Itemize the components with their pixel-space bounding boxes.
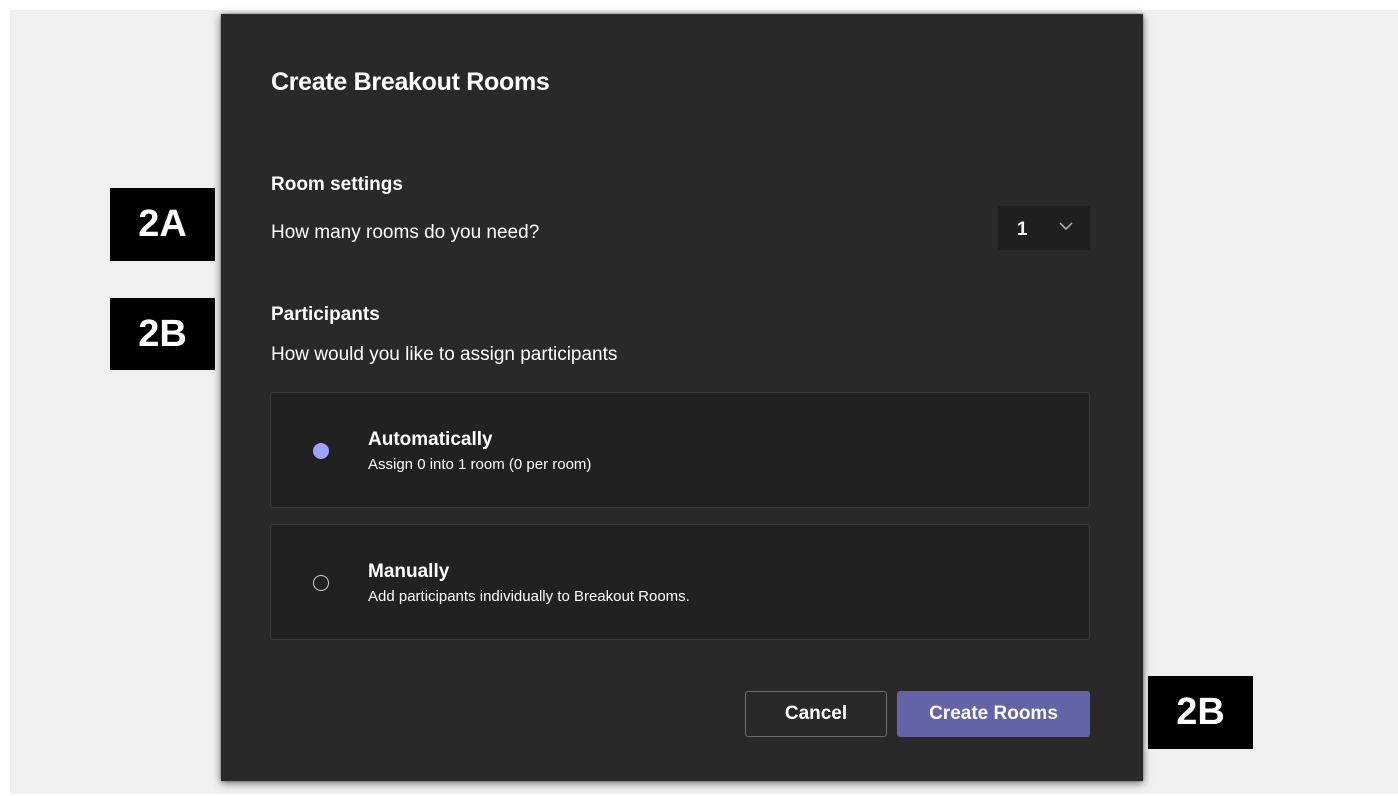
option-manually[interactable]: Manually Add participants individually t… [270, 524, 1090, 640]
annotation-tag-2a: 2A [110, 188, 215, 261]
option-automatically-description: Assign 0 into 1 room (0 per room) [368, 456, 592, 473]
room-settings-heading: Room settings [271, 174, 403, 195]
chevron-down-icon [1059, 222, 1073, 230]
radio-checked-icon[interactable] [313, 443, 329, 459]
participants-heading: Participants [271, 304, 380, 325]
option-automatically[interactable]: Automatically Assign 0 into 1 room (0 pe… [270, 392, 1090, 508]
rooms-count-question: How many rooms do you need? [271, 222, 540, 243]
option-manually-description: Add participants individually to Breakou… [368, 588, 690, 605]
create-breakout-rooms-dialog: Create Breakout Rooms Room settings How … [221, 14, 1143, 781]
cancel-button[interactable]: Cancel [745, 691, 887, 737]
rooms-count-value: 1 [1017, 219, 1028, 240]
option-automatically-title: Automatically [368, 429, 493, 450]
screenshot-stage: Create Breakout Rooms Room settings How … [10, 10, 1398, 794]
option-manually-title: Manually [368, 561, 450, 582]
rooms-count-dropdown[interactable]: 1 [998, 206, 1090, 250]
annotation-tag-2b-create: 2B [1148, 676, 1253, 749]
create-rooms-button[interactable]: Create Rooms [897, 691, 1090, 737]
participants-question: How would you like to assign participant… [271, 344, 618, 365]
radio-unchecked-icon[interactable] [313, 575, 329, 591]
dialog-title: Create Breakout Rooms [271, 68, 550, 96]
annotation-tag-2b-participants: 2B [110, 298, 215, 370]
